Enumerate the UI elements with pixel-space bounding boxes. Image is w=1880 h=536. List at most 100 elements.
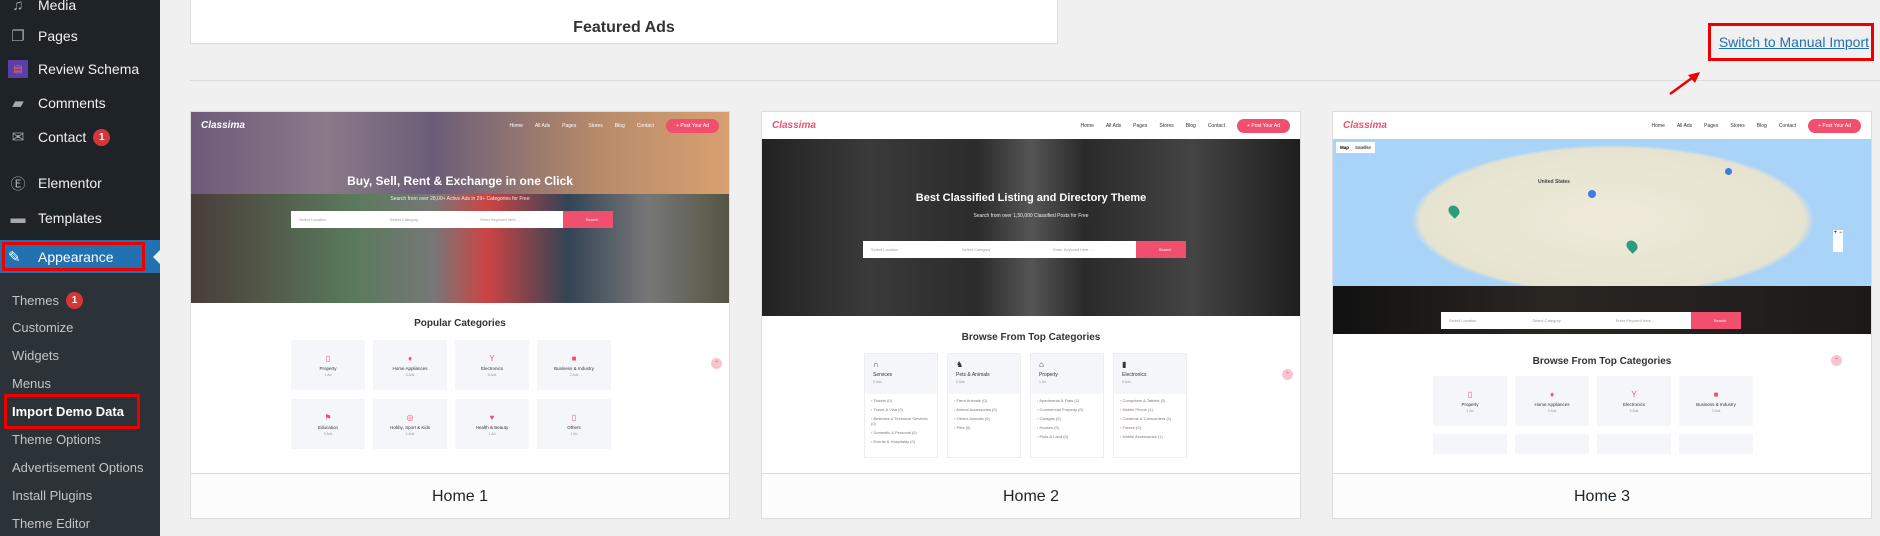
subcategory-link[interactable]: Apartments & Flats (1) <box>1037 398 1097 403</box>
category-tile[interactable]: Y Electronics 5 Ads <box>1597 376 1671 426</box>
keyword-input[interactable]: Enter Keyword here ... <box>1045 247 1136 252</box>
switch-to-manual-import-link[interactable]: Switch to Manual Import <box>1719 34 1869 50</box>
nav-link[interactable]: Pages <box>1704 123 1718 129</box>
location-select[interactable]: Select Location <box>291 217 382 222</box>
category-card[interactable]: ∩ Services 5 Ads Tickets (0) Travel & Visa (… <box>864 353 938 458</box>
demo-title[interactable]: Home 1 <box>191 473 729 518</box>
nav-link[interactable]: Home <box>1652 123 1665 129</box>
nav-link[interactable]: Blog <box>1757 123 1767 129</box>
demo-preview-image[interactable]: Classima Home All Ads Pages Stores Blog Contac… <box>1333 112 1871 473</box>
sidebar-item-elementor[interactable]: Ⓔ Elementor <box>0 166 160 200</box>
subcategory-link[interactable]: Freeze (0) <box>1120 425 1180 430</box>
category-card[interactable]: ▮ Electronics 5 Ads Computers & Tablets (2)… <box>1113 353 1187 458</box>
category-select[interactable]: Select Category <box>954 247 1045 252</box>
demo-card-2[interactable]: Classima Home All Ads Pages Stores Blog Contac… <box>761 111 1301 519</box>
category-tile[interactable]: ▯ Property 1 Ad <box>291 340 365 390</box>
category-tile[interactable] <box>1597 434 1671 454</box>
category-tile[interactable] <box>1679 434 1753 454</box>
search-button[interactable]: Search <box>1690 312 1741 329</box>
subcategory-link[interactable]: Mobile Phone (1) <box>1120 407 1180 412</box>
demo-title[interactable]: Home 2 <box>762 473 1300 518</box>
subcategory-link[interactable]: Tickets (0) <box>871 398 931 403</box>
location-select[interactable]: Select Location <box>863 247 954 252</box>
scroll-top-button[interactable]: ⌃ <box>711 358 722 369</box>
category-tile[interactable]: ♥ Health & Beauty 1 Ad <box>455 399 529 449</box>
nav-link[interactable]: Pages <box>1133 123 1147 129</box>
subcategory-link[interactable]: Garages (0) <box>1037 416 1097 421</box>
map-cluster-icon[interactable] <box>1588 190 1596 198</box>
sidebar-item-pages[interactable]: ❐ Pages <box>0 19 160 53</box>
demo-title[interactable]: Home 3 <box>1333 473 1871 518</box>
submenu-item-advertisement-options[interactable]: Advertisement Options <box>12 460 144 475</box>
demo-preview-image[interactable]: Classima Home All Ads Pages Stores Blog Contac… <box>762 112 1300 473</box>
subcategory-link[interactable]: Houses (0) <box>1037 425 1097 430</box>
nav-link[interactable]: Contact <box>1208 123 1225 129</box>
keyword-input[interactable]: Enter Keyword here ... <box>472 217 563 222</box>
nav-link[interactable]: All Ads <box>535 123 550 129</box>
submenu-item-widgets[interactable]: Widgets <box>12 348 59 363</box>
map-cluster-icon[interactable] <box>1725 168 1732 175</box>
submenu-item-menus[interactable]: Menus <box>12 376 51 391</box>
category-tile[interactable]: Y Electronics 5 Ads <box>455 340 529 390</box>
subcategory-link[interactable]: Business & Technical Services (0) <box>871 416 931 426</box>
category-tile[interactable]: ▯ Property 1 Ad <box>1433 376 1507 426</box>
search-button[interactable]: Search <box>563 211 614 228</box>
category-tile[interactable]: ◎ Hobby, Sport & Kids 4 Ads <box>373 399 447 449</box>
submenu-item-customize[interactable]: Customize <box>12 320 73 335</box>
subcategory-link[interactable]: Animal Accessories (0) <box>954 407 1014 412</box>
subcategory-link[interactable]: Cameras & Camcorders (1) <box>1120 416 1180 421</box>
post-ad-button[interactable]: + Post Your Ad <box>1237 118 1290 133</box>
category-card[interactable]: ♞ Pets & Animals 0 Ads Farm Animals (0) Anim… <box>947 353 1021 458</box>
nav-link[interactable]: Blog <box>615 123 625 129</box>
category-tile[interactable]: ▯ Others 1 Ad <box>537 399 611 449</box>
keyword-input[interactable]: Enter Keyword here ... <box>1608 318 1691 323</box>
submenu-item-theme-editor[interactable]: Theme Editor <box>12 516 90 531</box>
nav-link[interactable]: All Ads <box>1106 123 1121 129</box>
category-card[interactable]: ⌂ Property 1 Ad Apartments & Flats (1) Comme… <box>1030 353 1104 458</box>
map-tab[interactable]: Map <box>1340 145 1349 150</box>
demo-preview-image[interactable]: Classima Home All Ads Pages Stores Blog Contac… <box>191 112 729 473</box>
nav-link[interactable]: Contact <box>637 123 654 129</box>
zoom-in-button[interactable]: + − <box>1833 230 1843 252</box>
sidebar-item-contact[interactable]: ✉ Contact 1 <box>0 120 160 154</box>
nav-link[interactable]: Stores <box>588 123 602 129</box>
subcategory-link[interactable]: Others Animals (0) <box>954 416 1014 421</box>
search-button[interactable]: Search <box>1136 241 1186 258</box>
sidebar-item-comments[interactable]: ▰ Comments <box>0 86 160 120</box>
site-logo[interactable]: Classima <box>1343 120 1387 131</box>
subcategory-link[interactable]: Travel & Visa (0) <box>871 407 931 412</box>
nav-link[interactable]: All Ads <box>1677 123 1692 129</box>
sidebar-item-templates[interactable]: ▬ Templates <box>0 201 160 235</box>
post-ad-button[interactable]: + Post Your Ad <box>1808 118 1861 133</box>
nav-link[interactable]: Pages <box>562 123 576 129</box>
satellite-tab[interactable]: Satellite <box>1355 145 1371 150</box>
category-select[interactable]: Select Category <box>1524 318 1607 323</box>
nav-link[interactable]: Blog <box>1186 123 1196 129</box>
subcategory-link[interactable]: Pets (0) <box>954 425 1014 430</box>
submenu-item-install-plugins[interactable]: Install Plugins <box>12 488 92 503</box>
demo-card-1[interactable]: Classima Home All Ads Pages Stores Blog Contac… <box>190 111 730 519</box>
site-logo[interactable]: Classima <box>772 120 816 131</box>
nav-link[interactable]: Stores <box>1159 123 1173 129</box>
category-tile[interactable] <box>1433 434 1507 454</box>
subcategory-link[interactable]: Commercial Property (0) <box>1037 407 1097 412</box>
sidebar-item-review-schema[interactable]: ▤ Review Schema <box>0 52 160 86</box>
nav-link[interactable]: Contact <box>1779 123 1796 129</box>
nav-link[interactable]: Home <box>510 123 523 129</box>
nav-link[interactable]: Stores <box>1730 123 1744 129</box>
demo-card-3[interactable]: Classima Home All Ads Pages Stores Blog Contac… <box>1332 111 1872 519</box>
subcategory-link[interactable]: Plots & Land (0) <box>1037 434 1097 439</box>
post-ad-button[interactable]: + Post Your Ad <box>666 118 719 133</box>
subcategory-link[interactable]: Mobile Accessories (1) <box>1120 434 1180 439</box>
subcategory-link[interactable]: Events & Hospitality (0) <box>871 439 931 444</box>
nav-link[interactable]: Home <box>1081 123 1094 129</box>
category-tile[interactable]: ⚑ Education 3 Ads <box>291 399 365 449</box>
category-tile[interactable]: ♦ Home Appliances 3 Ads <box>1515 376 1589 426</box>
category-tile[interactable]: ■ Business & Industry 3 Ads <box>537 340 611 390</box>
site-logo[interactable]: Classima <box>201 120 245 131</box>
category-tile[interactable] <box>1515 434 1589 454</box>
subcategory-link[interactable]: Computers & Tablets (2) <box>1120 398 1180 403</box>
scroll-top-button[interactable]: ⌃ <box>1831 355 1842 366</box>
category-tile[interactable]: ♦ Home Appliances 3 Ads <box>373 340 447 390</box>
subcategory-link[interactable]: Domestic & Personal (0) <box>871 430 931 435</box>
